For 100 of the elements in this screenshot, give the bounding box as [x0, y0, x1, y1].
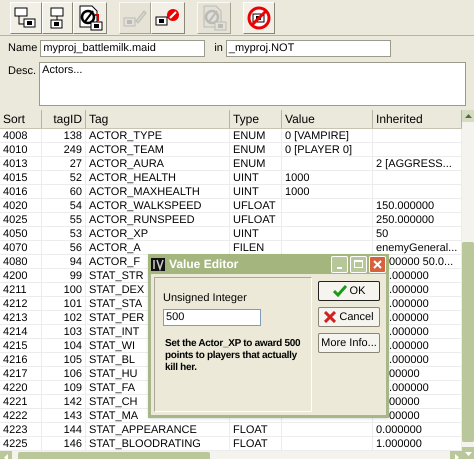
close-button[interactable] [369, 256, 386, 272]
dialog-button[interactable]: OK [318, 281, 380, 301]
value-field[interactable]: 500 [163, 308, 261, 326]
column-header[interactable]: Tag [86, 110, 230, 128]
table-cell: STAT_BLOODRATING [89, 438, 201, 450]
column-header[interactable]: Type [230, 110, 282, 128]
close-icon [373, 260, 382, 268]
right-arrow-icon [454, 454, 458, 459]
table-cell: ACTOR_TYPE [89, 130, 162, 142]
toolbar-button[interactable] [73, 2, 107, 34]
table-cell: .000000 [389, 312, 429, 324]
table-cell: 4217 [3, 368, 28, 380]
table-cell: .000000 [389, 326, 429, 338]
table-cell: 4222 [3, 410, 28, 422]
table-cell: ACTOR_RUNSPEED [89, 214, 195, 226]
table-cell: 2 [AGGRESS... [376, 158, 452, 170]
table-cell: UINT [233, 186, 259, 198]
table-cell: 56 [70, 242, 82, 254]
table-cell: 4008 [3, 130, 28, 142]
table-cell: ACTOR_WALKSPEED [89, 200, 202, 212]
table-cell: 0 [PLAYER 0] [285, 144, 352, 156]
table-cell: 4223 [3, 424, 28, 436]
document-icon [201, 4, 227, 30]
table-cell: 55 [70, 214, 82, 226]
app-icon [151, 258, 165, 270]
table-cell: .000000 [389, 340, 429, 352]
help-text: Set the Actor_XP to award 500 points to players that actually kill her. [165, 338, 302, 374]
in-label: in [214, 40, 223, 56]
table-cell: 104 [64, 340, 82, 352]
column-header[interactable]: Sort [0, 110, 42, 128]
table-cell: 4050 [3, 228, 28, 240]
description-field[interactable]: Actors... [39, 62, 466, 106]
checkmark-icon [332, 285, 347, 297]
table-cell: .000000 [389, 284, 429, 296]
scroll-up-button[interactable] [462, 110, 474, 122]
table-cell: STAT_CH [89, 396, 138, 408]
table-cell: 109 [64, 382, 82, 394]
table-cell: 105 [64, 354, 82, 366]
table-cell: STAT_BL [89, 354, 136, 366]
table-cell: 4214 [3, 326, 28, 338]
table-cell: 4221 [3, 396, 28, 408]
table-cell: 00000 [389, 396, 420, 408]
maximize-button[interactable] [350, 256, 367, 272]
table-cell: 4015 [3, 172, 28, 184]
table-cell: 4225 [3, 438, 28, 450]
scroll-thumb[interactable] [462, 242, 474, 442]
table-cell: STAT_APPEARANCE [89, 424, 197, 436]
table-cell: 27 [70, 158, 82, 170]
table-cell: 50 [376, 228, 388, 240]
table-cell: UFLOAT [233, 200, 276, 212]
no-entry-icon [247, 6, 271, 30]
column-header[interactable]: tagID [42, 110, 86, 128]
column-header[interactable]: Value [282, 110, 373, 128]
toolbar-button[interactable] [243, 2, 275, 34]
table-cell: ACTOR_AURA [89, 158, 164, 170]
table-cell: 54 [70, 200, 82, 212]
table-cell: 4220 [3, 382, 28, 394]
table-cell: ENUM [233, 130, 266, 142]
table-cell: UINT [233, 228, 259, 240]
table-cell: 52 [70, 172, 82, 184]
dialog-button[interactable]: Cancel [318, 307, 380, 327]
desc-label: Desc. [8, 64, 36, 79]
name-field[interactable]: myproj_battlemilk.maid [40, 40, 206, 56]
table-cell: 4010 [3, 144, 28, 156]
table-cell: UFLOAT [233, 214, 276, 226]
minimize-button[interactable] [331, 256, 348, 272]
name-label: Name [8, 40, 38, 56]
field-label: Unsigned Integer [163, 291, 248, 306]
table-cell: STAT_DEX [89, 284, 144, 296]
table-cell: 4070 [3, 242, 28, 254]
table-cell: 0 [VAMPIRE] [285, 130, 349, 142]
table-cell: 4013 [3, 158, 28, 170]
toolbar-button[interactable] [151, 2, 185, 34]
table-cell: .000000 [389, 270, 429, 282]
pencil-icon [123, 8, 147, 28]
scroll-down-button[interactable] [462, 447, 474, 459]
table-cell: 102 [64, 312, 82, 324]
up-arrow-icon [464, 114, 472, 118]
toolbar-button[interactable] [42, 2, 73, 34]
table-cell: 250.000000 [376, 214, 434, 226]
table-cell: STAT_HU [89, 368, 138, 380]
table-cell: 4212 [3, 298, 28, 310]
table-cell: 00000 [389, 368, 420, 380]
table-cell: ENUM [233, 144, 266, 156]
toolbar-button[interactable] [10, 2, 42, 34]
table-cell: 146 [64, 438, 82, 450]
table-cell: ACTOR_MAXHEALTH [89, 186, 200, 198]
table-cell: .000000 [389, 354, 429, 366]
table-cell: FLOAT [233, 438, 268, 450]
table-cell: 142 [64, 396, 82, 408]
table-cell: UINT [233, 172, 259, 184]
table-cell: 101 [64, 298, 82, 310]
table-cell: STAT_PER [89, 312, 144, 324]
table-cell: 143 [64, 410, 82, 422]
dialog-button[interactable]: More Info... [318, 333, 380, 353]
table-cell: 4216 [3, 354, 28, 366]
table-cell: STAT_FA [89, 382, 136, 394]
table-cell: 4020 [3, 200, 28, 212]
location-field[interactable]: _myproj.NOT [226, 40, 391, 56]
table-cell: 150.000000 [376, 200, 434, 212]
